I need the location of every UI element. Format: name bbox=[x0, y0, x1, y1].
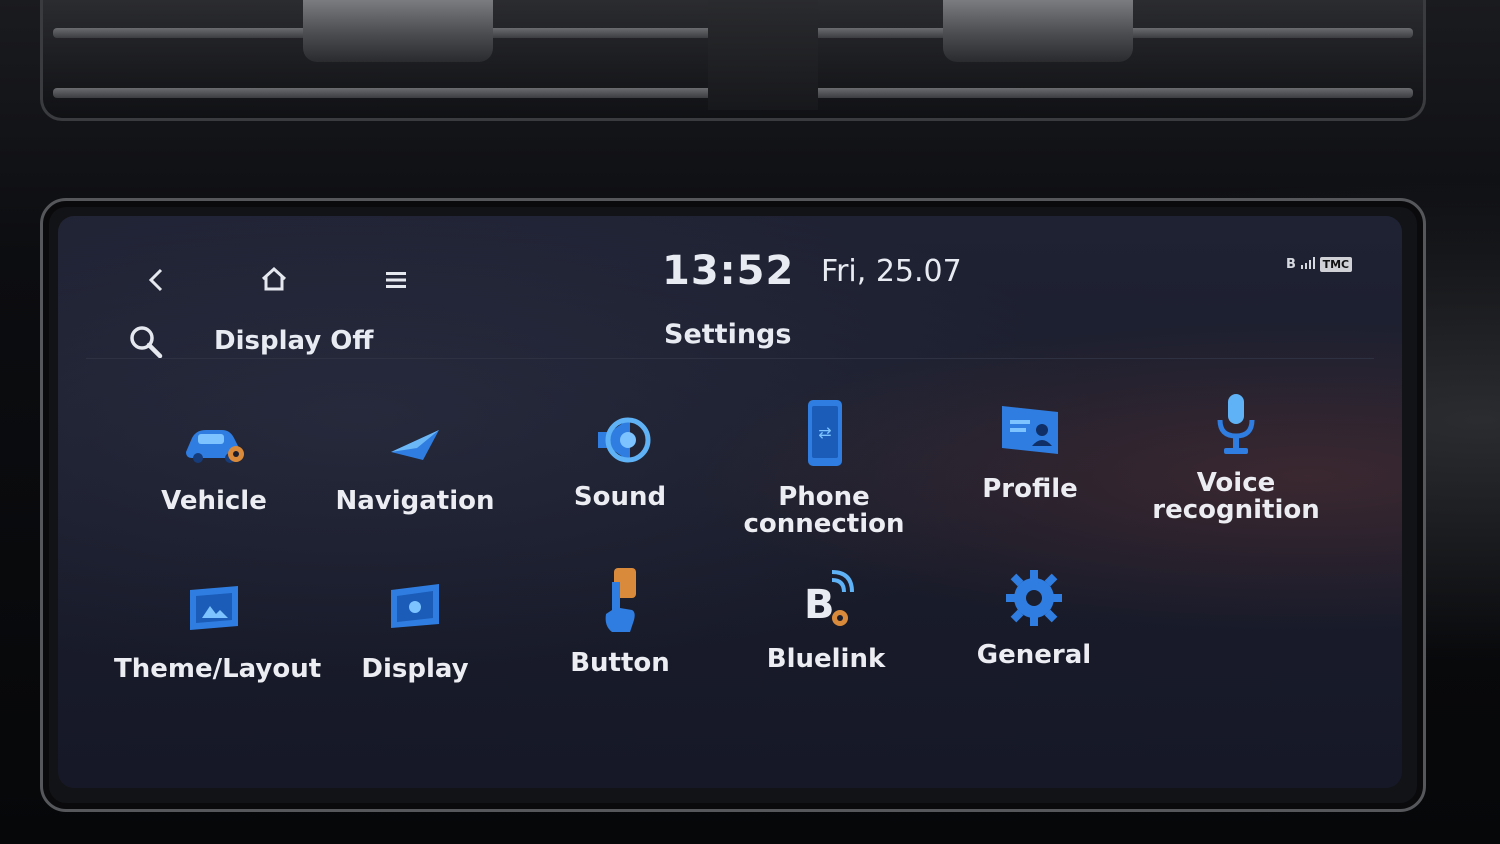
general-icon bbox=[998, 562, 1070, 634]
theme-layout-icon bbox=[178, 576, 250, 648]
display-icon bbox=[379, 576, 451, 648]
tile-display[interactable]: Display bbox=[315, 576, 515, 683]
search-icon bbox=[130, 326, 163, 359]
bluelink-icon: B bbox=[790, 566, 862, 638]
date: Fri, 25.07 bbox=[821, 254, 962, 289]
tile-label: Vehicle bbox=[161, 486, 267, 516]
tile-label: Profile bbox=[982, 474, 1078, 504]
clock: 13:52 bbox=[662, 248, 795, 294]
tile-label: Button bbox=[570, 648, 670, 678]
bluetooth-status-icon: B bbox=[1286, 257, 1296, 272]
home-icon bbox=[261, 266, 287, 291]
tile-label: Theme/Layout bbox=[114, 654, 322, 684]
tile-theme-layout[interactable]: Theme/Layout bbox=[114, 576, 322, 684]
voice-recognition-icon bbox=[1200, 390, 1272, 462]
vent-knob-left[interactable] bbox=[303, 0, 493, 62]
profile-icon bbox=[994, 396, 1066, 468]
tile-label: General bbox=[976, 640, 1092, 670]
svg-text:⇄: ⇄ bbox=[818, 423, 831, 442]
tile-label: Display bbox=[361, 654, 469, 684]
tile-label: Voice recognition bbox=[1152, 468, 1320, 525]
infotainment-screen: 13:52 Fri, 25.07 B TMC Display Off Setti… bbox=[58, 216, 1402, 788]
vehicle-icon bbox=[178, 408, 250, 480]
tile-bluelink[interactable]: B Bluelink bbox=[726, 566, 926, 673]
navigation-icon bbox=[379, 408, 451, 480]
sound-icon bbox=[584, 404, 656, 476]
page-title: Settings bbox=[664, 319, 792, 350]
menu-button[interactable] bbox=[376, 268, 416, 298]
air-vent bbox=[40, 0, 1426, 121]
tile-phone-connection[interactable]: ⇄ Phone connection bbox=[724, 396, 924, 538]
tile-label: Bluelink bbox=[766, 644, 886, 674]
tile-sound[interactable]: Sound bbox=[520, 404, 720, 511]
status-bar: B TMC bbox=[1286, 257, 1353, 272]
header-divider bbox=[86, 358, 1374, 359]
button-icon bbox=[584, 562, 656, 642]
phone-connection-icon: ⇄ bbox=[788, 396, 860, 476]
tile-vehicle[interactable]: Vehicle bbox=[114, 408, 314, 515]
tile-profile[interactable]: Profile bbox=[930, 396, 1130, 503]
home-button[interactable] bbox=[254, 266, 294, 299]
tile-general[interactable]: General bbox=[934, 562, 1134, 669]
tile-label: Navigation bbox=[335, 486, 495, 516]
vent-divider bbox=[708, 0, 818, 110]
display-off-button[interactable]: Display Off bbox=[214, 326, 373, 356]
back-button[interactable] bbox=[136, 266, 176, 301]
svg-text:B: B bbox=[804, 582, 835, 628]
tile-voice-recognition[interactable]: Voice recognition bbox=[1136, 390, 1336, 524]
vent-knob-right[interactable] bbox=[943, 0, 1133, 62]
tile-button[interactable]: Button bbox=[520, 562, 720, 677]
menu-icon bbox=[386, 272, 406, 288]
tile-navigation[interactable]: Navigation bbox=[315, 408, 515, 515]
signal-icon bbox=[1300, 257, 1315, 269]
back-arrow-icon bbox=[148, 268, 163, 292]
tile-label: Sound bbox=[573, 482, 667, 512]
tmc-badge: TMC bbox=[1319, 257, 1353, 272]
tile-label: Phone connection bbox=[743, 482, 905, 539]
